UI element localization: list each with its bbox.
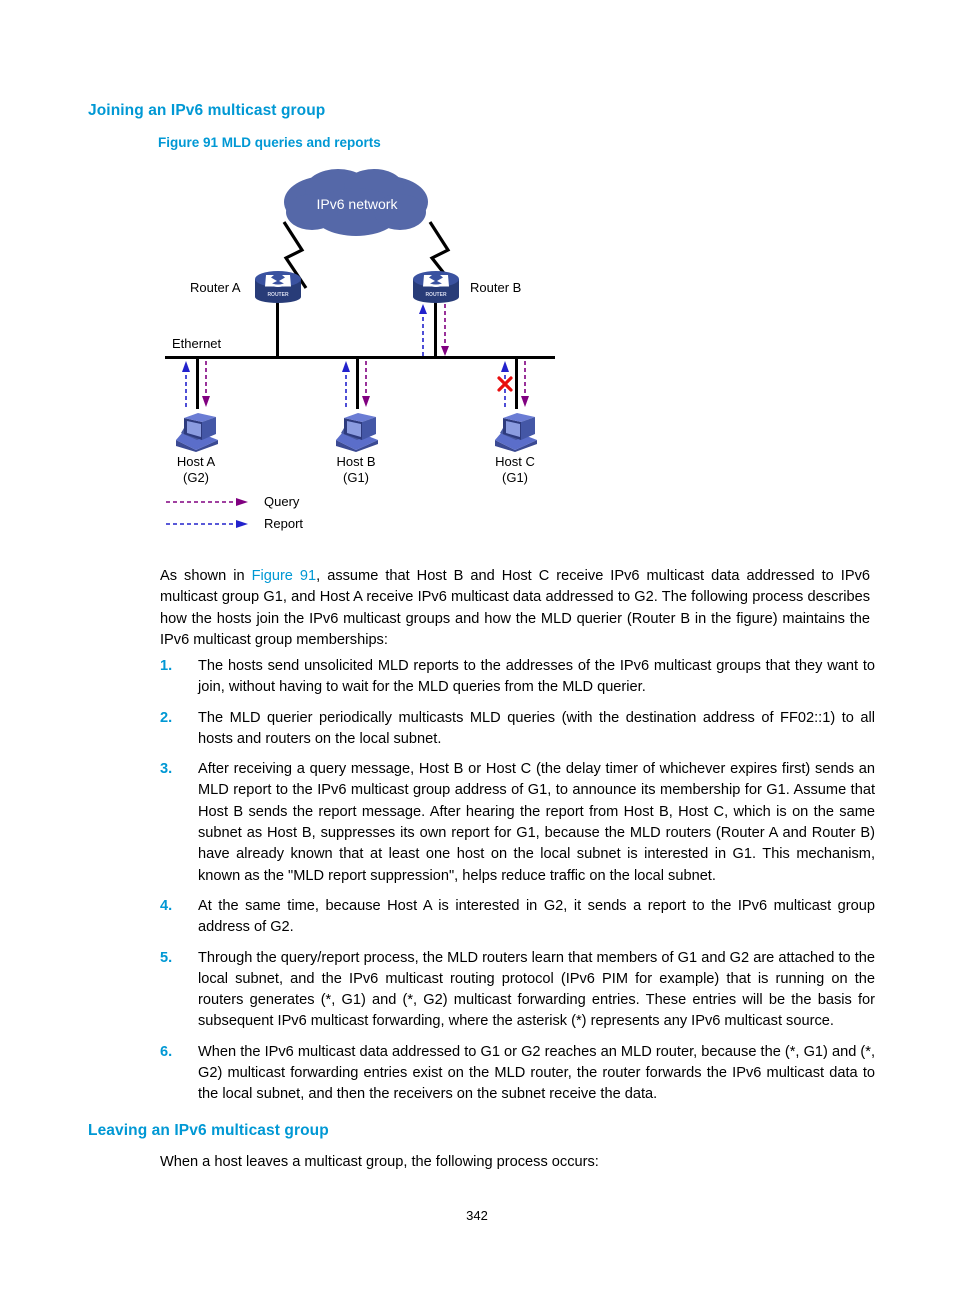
router-a-label: Router A — [190, 280, 241, 295]
host-a-name: Host A — [176, 454, 216, 469]
host-c-name: Host C — [495, 454, 535, 469]
page-title-joining: Joining an IPv6 multicast group — [88, 102, 326, 119]
page-title-leaving: Leaving an IPv6 multicast group — [88, 1122, 329, 1139]
host-a-arrows — [182, 361, 210, 407]
step-text: At the same time, because Host A is inte… — [198, 897, 875, 936]
step-text: Through the query/report process, the ML… — [198, 949, 875, 1030]
step-text: After receiving a query message, Host B … — [198, 761, 875, 884]
legend-item-query: Query — [166, 494, 299, 509]
host-b-name: Host B — [336, 454, 376, 469]
router-a-icon-text: ROUTER — [267, 292, 289, 298]
step-number: 1. — [160, 658, 173, 674]
list-item: 2. The MLD querier periodically multicas… — [160, 708, 875, 751]
host-b-arrows — [342, 361, 370, 407]
host-c-arrows — [497, 361, 529, 407]
list-item: 1. The hosts send unsolicited MLD report… — [160, 656, 875, 699]
host-c-dropline — [515, 359, 518, 409]
host-c-caption: Host C (G1) — [469, 454, 561, 486]
host-c-group: (G1) — [502, 470, 528, 485]
host-b-caption: Host B (G1) — [310, 454, 402, 486]
host-b-group: (G1) — [343, 470, 369, 485]
router-b-label: Router B — [470, 280, 522, 295]
legend-query-label: Query — [264, 494, 300, 509]
router-a-dropline — [276, 302, 279, 358]
joining-steps-list: 1. The hosts send unsolicited MLD report… — [160, 656, 875, 1115]
leaving-intro-paragraph: When a host leaves a multicast group, th… — [160, 1154, 599, 1170]
step-number: 2. — [160, 709, 173, 726]
legend-report-label: Report — [264, 516, 304, 531]
page-number: 342 — [466, 1208, 488, 1223]
host-a-dropline — [196, 359, 199, 409]
host-a-caption: Host A (G2) — [150, 454, 242, 486]
network-diagram: IPv6 network ROUTER Router A ROUTER Rout… — [0, 160, 954, 555]
host-a-icon — [176, 413, 218, 452]
router-b-icon: ROUTER — [413, 271, 459, 303]
router-a-icon: ROUTER — [255, 271, 301, 303]
host-b-dropline — [356, 359, 359, 409]
step-number: 5. — [160, 949, 173, 966]
step-text: When the IPv6 multicast data addressed t… — [198, 1043, 875, 1103]
list-item: 6. When the IPv6 multicast data addresse… — [160, 1042, 875, 1106]
report-legend-arrow-icon — [166, 519, 248, 528]
step-text: The MLD querier periodically multicasts … — [198, 709, 875, 747]
host-a-group: (G2) — [183, 470, 209, 485]
list-item: 4. At the same time, because Host A is i… — [160, 896, 875, 939]
ethernet-label: Ethernet — [172, 336, 222, 351]
figure-caption: Figure 91 MLD queries and reports — [158, 135, 381, 150]
router-b-arrows — [419, 304, 449, 356]
step-text: The hosts send unsolicited MLD reports t… — [198, 658, 875, 696]
figure-reference-link[interactable]: Figure 91 — [252, 568, 317, 584]
step-number: 3. — [160, 761, 173, 778]
router-b-icon-text: ROUTER — [425, 292, 447, 298]
list-item: 3. After receiving a query message, Host… — [160, 759, 875, 887]
host-c-icon — [495, 413, 537, 452]
legend-item-report: Report — [166, 516, 303, 531]
intro-paragraph: As shown in Figure 91, assume that Host … — [160, 566, 870, 651]
query-legend-arrow-icon — [166, 497, 248, 506]
intro-before-ref: As shown in — [160, 568, 252, 584]
host-b-icon — [336, 413, 378, 452]
cloud-label: IPv6 network — [316, 196, 398, 212]
step-number: 4. — [160, 897, 173, 914]
report-suppression-x-icon — [497, 376, 513, 392]
step-number: 6. — [160, 1043, 173, 1060]
list-item: 5. Through the query/report process, the… — [160, 948, 875, 1033]
